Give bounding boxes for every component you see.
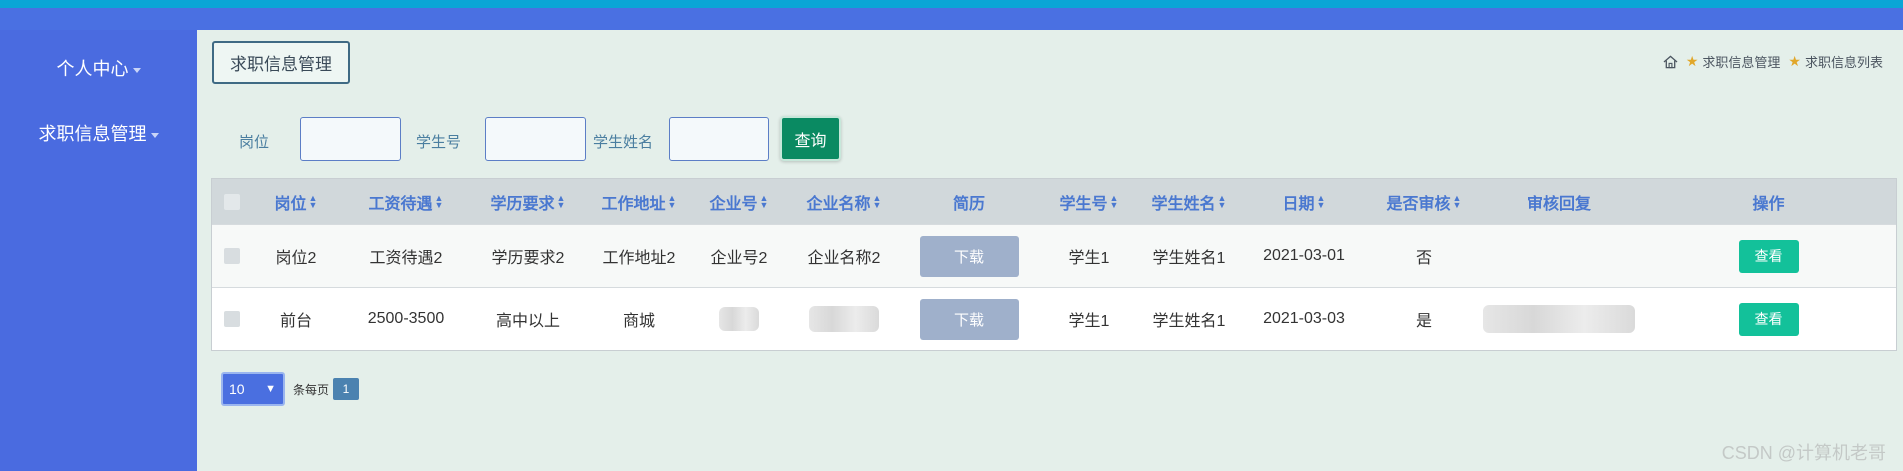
sort-icon: ▲ ▼	[1452, 192, 1462, 210]
cell-resume: 下载	[899, 288, 1039, 350]
student-name-search-input[interactable]	[669, 117, 769, 161]
caret-down-icon	[132, 67, 141, 73]
job-info-table: 岗位 ▲ ▼ 工资待遇 ▲ ▼ 学历要求 ▲ ▼ 工作地址 ▲ ▼ 企业号 ▲ ▼ 企业名称 ▲ ▼ 简…	[211, 178, 1897, 351]
sort-icon: ▲ ▼	[1109, 192, 1119, 210]
column-header-student-name[interactable]: 学生姓名 ▲ ▼	[1139, 179, 1239, 224]
column-header-position[interactable]: 岗位 ▲ ▼	[247, 179, 345, 224]
cell-reply	[1479, 225, 1639, 287]
cell-company-name	[789, 288, 899, 350]
sort-icon: ▲ ▼	[308, 192, 318, 210]
cell-student-no: 学生1	[1068, 313, 1110, 330]
cell-position: 岗位2	[275, 250, 317, 267]
sidebar: 个人中心 求职信息管理	[0, 30, 197, 471]
cell-company-no: 企业号2	[710, 250, 768, 267]
select-all-checkbox[interactable]	[224, 193, 240, 210]
sidebar-item-job-info-management[interactable]: 求职信息管理	[0, 120, 197, 146]
page-size-select[interactable]: 10 ▼	[221, 372, 285, 406]
column-header-salary[interactable]: 工资待遇 ▲ ▼	[345, 179, 467, 224]
column-header-address[interactable]: 工作地址 ▲ ▼	[589, 179, 689, 224]
sort-icon: ▲ ▼	[1217, 192, 1227, 210]
column-header-student-no[interactable]: 学生号 ▲ ▼	[1039, 179, 1139, 224]
chevron-down-icon: ▼	[265, 383, 276, 395]
search-label-position: 岗位	[239, 134, 270, 151]
column-header-action: 操作	[1752, 195, 1785, 213]
cell-company-no	[689, 288, 789, 350]
caret-down-icon	[150, 132, 159, 138]
home-icon[interactable]	[1663, 55, 1678, 69]
star-icon: ★	[1685, 53, 1699, 69]
cell-student-name: 学生姓名1	[1152, 313, 1226, 330]
sort-icon: ▲ ▼	[759, 192, 769, 210]
download-resume-button[interactable]: 下载	[919, 235, 1019, 277]
sidebar-item-label: 求职信息管理	[38, 124, 147, 144]
cell-education: 高中以上	[495, 313, 560, 330]
sidebar-item-personal-center[interactable]: 个人中心	[0, 55, 197, 81]
table-row: 前台 2500-3500 高中以上 商城 下载 学生1 学生姓名1 2021-0…	[212, 287, 1896, 350]
page-title: 求职信息管理	[212, 41, 350, 84]
cell-address: 商城	[622, 313, 655, 330]
cell-salary: 工资待遇2	[369, 250, 443, 267]
sort-icon: ▲ ▼	[667, 192, 677, 210]
page-number-button[interactable]: 1	[333, 378, 360, 400]
cell-company-name: 企业名称2	[807, 250, 881, 267]
star-icon: ★	[1788, 53, 1801, 69]
page-size-value: 10	[229, 381, 245, 397]
row-select-cell	[217, 288, 247, 350]
top-accent-strip	[0, 0, 1903, 8]
cell-resume: 下载	[899, 225, 1039, 287]
column-header-company-name[interactable]: 企业名称 ▲ ▼	[789, 179, 899, 224]
column-header-audited[interactable]: 是否审核 ▲ ▼	[1369, 179, 1479, 224]
sort-icon: ▲ ▼	[556, 192, 566, 210]
cell-date: 2021-03-03	[1263, 310, 1345, 327]
blurred-company-no	[719, 307, 759, 331]
cell-audited: 否	[1415, 250, 1432, 267]
row-checkbox[interactable]	[224, 311, 240, 327]
breadcrumb-item[interactable]: 求职信息管理	[1702, 52, 1780, 71]
column-header-resume: 简历	[952, 195, 985, 213]
cell-address: 工作地址2	[602, 250, 676, 267]
sort-icon: ▲ ▼	[1316, 192, 1326, 210]
top-bar	[0, 0, 1903, 30]
sidebar-item-label: 个人中心	[56, 59, 129, 79]
watermark: CSDN @计算机老哥	[1721, 443, 1886, 463]
sort-icon: ▲ ▼	[434, 192, 444, 210]
row-select-cell	[217, 225, 247, 287]
cell-action: 查看	[1639, 225, 1898, 287]
table-row: 岗位2 工资待遇2 学历要求2 工作地址2 企业号2 企业名称2 下载 学生1 …	[212, 224, 1896, 287]
column-header-date[interactable]: 日期 ▲ ▼	[1239, 179, 1369, 224]
view-button[interactable]: 查看	[1738, 239, 1799, 273]
cell-reply	[1479, 288, 1639, 350]
cell-audited: 是	[1415, 313, 1432, 330]
position-search-input[interactable]	[300, 117, 401, 161]
select-all-cell	[217, 179, 247, 224]
main-content: 求职信息管理 ★ 求职信息管理 ★ 求职信息列表 岗位 学生号 学生姓名 查询 …	[197, 30, 1903, 471]
cell-salary: 2500-3500	[367, 310, 445, 327]
column-header-reply: 审核回复	[1526, 195, 1591, 213]
row-checkbox[interactable]	[224, 248, 240, 264]
download-resume-button[interactable]: 下载	[919, 298, 1019, 340]
pagination: 10 ▼ 条每页 1	[221, 372, 360, 406]
table-header-row: 岗位 ▲ ▼ 工资待遇 ▲ ▼ 学历要求 ▲ ▼ 工作地址 ▲ ▼ 企业号 ▲ ▼ 企业名称 ▲ ▼ 简…	[212, 179, 1896, 224]
student-no-search-input[interactable]	[485, 117, 586, 161]
blurred-reply	[1483, 305, 1635, 333]
cell-action: 查看	[1639, 288, 1898, 350]
cell-position: 前台	[279, 313, 312, 330]
cell-student-no: 学生1	[1068, 250, 1110, 267]
search-label-student-no: 学生号	[416, 134, 462, 151]
cell-student-name: 学生姓名1	[1152, 250, 1226, 267]
sort-icon: ▲ ▼	[872, 192, 882, 210]
column-header-education[interactable]: 学历要求 ▲ ▼	[467, 179, 589, 224]
search-label-student-name: 学生姓名	[593, 134, 654, 151]
blurred-company-name	[809, 306, 879, 332]
breadcrumb-item: 求职信息列表	[1804, 55, 1883, 70]
cell-education: 学历要求2	[491, 250, 565, 267]
cell-date: 2021-03-01	[1263, 247, 1345, 264]
view-button[interactable]: 查看	[1738, 302, 1799, 336]
column-header-company-no[interactable]: 企业号 ▲ ▼	[689, 179, 789, 224]
per-page-label: 条每页	[293, 382, 330, 397]
breadcrumb: ★ 求职信息管理 ★ 求职信息列表	[1663, 52, 1883, 71]
query-button[interactable]: 查询	[780, 116, 841, 161]
